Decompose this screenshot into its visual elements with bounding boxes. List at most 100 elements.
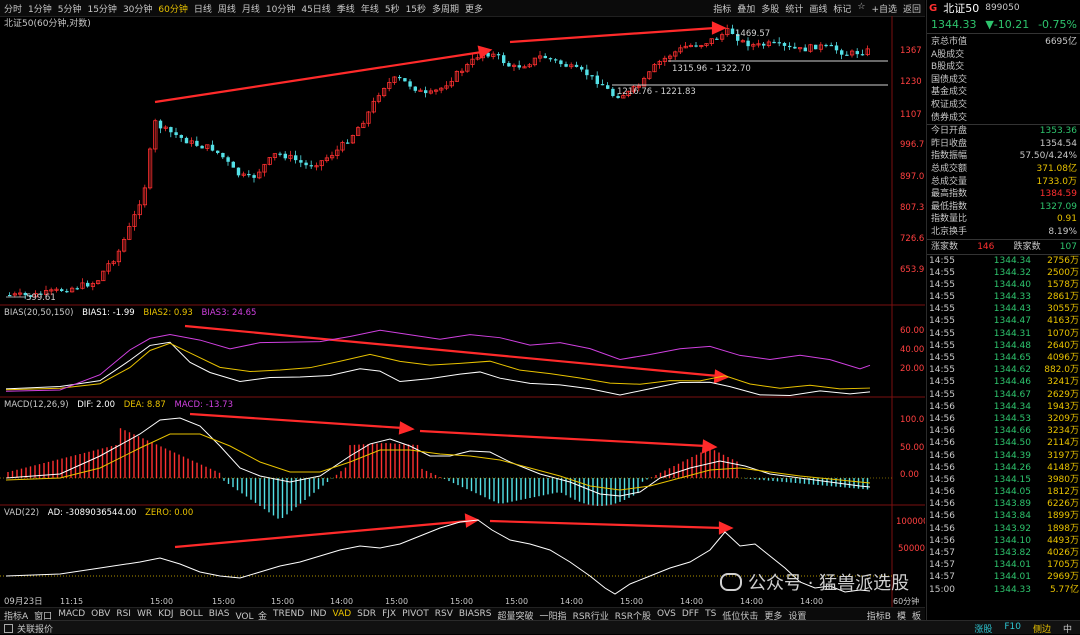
period-tab[interactable]: 10分钟	[266, 2, 295, 15]
chart-title: 北证50(60分钟,对数)	[4, 17, 91, 29]
tick-row: 14:55 1344.31 1070万	[929, 328, 1079, 339]
candle-body	[158, 120, 163, 129]
period-tab[interactable]: 45日线	[301, 2, 330, 15]
chart-tools: 指标 叠加 多股 统计 画线 标记 ☆ +自选 返回	[713, 2, 921, 15]
candle-body	[309, 165, 313, 167]
candle-body	[580, 66, 584, 70]
period-tab[interactable]: 周线	[218, 2, 236, 15]
candle-body	[496, 54, 501, 56]
sub-item: 基金成交	[931, 87, 968, 98]
low-label: 599.61	[26, 293, 56, 303]
period-tab[interactable]: 60分钟	[158, 2, 187, 15]
tick-list[interactable]: 14:55 1344.34 2756万 14:55 1344.32 2500万 14:55 1…	[927, 255, 1080, 596]
period-tab[interactable]: 多周期	[432, 2, 459, 15]
chart-tool[interactable]: +自选	[871, 2, 897, 15]
chart-tool[interactable]: 统计	[785, 2, 803, 15]
market-cap-row: 京总市值 6695亿	[931, 37, 1077, 47]
candle-body	[845, 54, 849, 56]
period-tab[interactable]: 5分钟	[58, 2, 82, 15]
period-tab[interactable]: 15分钟	[87, 2, 116, 15]
tick-row: 14:55 1344.47 4163万	[929, 316, 1079, 327]
tick-row: 14:56 1343.89 6226万	[929, 499, 1079, 510]
indicator-lines	[0, 329, 892, 595]
chart-tool[interactable]: 返回	[903, 2, 921, 15]
candle-body	[200, 145, 204, 149]
candle-body	[855, 51, 859, 55]
range-label-1: 1315.96 - 1322.70	[672, 64, 751, 74]
indicator-line	[5, 433, 871, 491]
candle-body	[169, 127, 173, 133]
period-tab[interactable]: 日线	[194, 2, 212, 15]
status-side[interactable]: 侧边	[1033, 622, 1051, 635]
time-label: 15:00	[505, 597, 528, 606]
indicator-tabs: 指标A 窗口 MACD OBV RSI WR KDJ BOLL BIAS VOL_金 TREND IN…	[0, 607, 925, 622]
period-tab[interactable]: 季线	[337, 2, 355, 15]
price-axis: 1367 1230 1107 996.7 897.0 807.3 726.6 6…	[900, 46, 924, 275]
candle-body	[195, 140, 199, 146]
tick-row: 14:55 1344.33 2861万	[929, 292, 1079, 303]
chart-tool[interactable]: 多股	[761, 2, 779, 15]
chart-area[interactable]: 北证50(60分钟,对数) BIAS(20,50,150) BIAS1: -1.…	[0, 16, 928, 607]
tick-row: 14:56 1344.26 4148万	[929, 462, 1079, 473]
status-up-stocks[interactable]: 涨股	[974, 622, 992, 635]
candle-body	[730, 28, 735, 35]
stat-row: 昨日收盘 1354.54	[931, 138, 1077, 149]
axis-corner: 60分钟	[893, 596, 919, 606]
period-tab[interactable]: 30分钟	[123, 2, 152, 15]
sub-items: A股成交 B股成交 国债成交 基金成交 权证成交 债券成交	[927, 49, 1080, 125]
stats-list: 今日开盘 1353.36 昨日收盘 1354.54 指数振幅 57.50/4.24% 总成交…	[927, 125, 1080, 238]
vad-header: VAD(22) AD: -3089036544.00 ZERO: 0.00	[4, 508, 193, 518]
period-tab[interactable]: 更多	[465, 2, 483, 15]
candle-body	[86, 282, 90, 287]
chart-tool[interactable]: 叠加	[737, 2, 755, 15]
candle-body	[564, 64, 568, 67]
macd-header: MACD(12,26,9) DIF: 2.00 DEA: 8.87 MACD: …	[4, 400, 233, 410]
svg-text:40.00: 40.00	[900, 345, 924, 355]
tick-row: 14:57 1344.01 1705万	[929, 560, 1079, 571]
candle-body	[231, 161, 235, 168]
time-axis: 11:15 15:00 15:00 15:00 14:00 15:00 15:00 15:00…	[60, 597, 823, 606]
period-tab[interactable]: 15秒	[406, 2, 426, 15]
svg-text:100000: 100000	[896, 517, 925, 527]
candle-body	[408, 81, 412, 87]
chart-tool[interactable]: 标记	[833, 2, 851, 15]
candle-body	[611, 88, 615, 96]
tick-row: 14:55 1344.40 1578万	[929, 279, 1079, 290]
candle-body	[814, 44, 818, 50]
candle-body	[252, 175, 256, 178]
tick-row: 14:57 1343.82 4026万	[929, 548, 1079, 558]
candle-body	[507, 63, 511, 67]
sub-item: 权证成交	[931, 99, 968, 110]
candle-body	[803, 47, 807, 52]
tick-row: 14:56 1343.92 1898万	[929, 523, 1079, 534]
candle-body	[502, 55, 506, 64]
status-bar: 关联报价 涨股 F10 侧边 中	[0, 620, 1080, 635]
period-tab[interactable]: 5秒	[385, 2, 400, 15]
tick-row: 14:55 1344.67 2629万	[929, 389, 1079, 400]
stat-row: 总成交额 371.08亿	[931, 163, 1077, 174]
stat-row: 指数量比 0.91	[931, 214, 1077, 225]
status-f10[interactable]: F10	[1004, 622, 1021, 635]
period-tab[interactable]: 1分钟	[28, 2, 52, 15]
advance-decline-row: 涨家数 146 跌家数 107	[931, 241, 1077, 252]
time-label: 14:00	[740, 597, 763, 606]
period-tab[interactable]: 月线	[242, 2, 260, 15]
chart-tool[interactable]: 指标	[713, 2, 731, 15]
tick-row: 15:00 1344.33 5.77亿	[929, 584, 1079, 595]
time-label: 15:00	[271, 597, 294, 606]
sub-item: A股成交	[931, 49, 965, 60]
high-label: 1469.57	[735, 29, 770, 39]
tick-row: 14:56 1344.05 1812万	[929, 487, 1079, 498]
tick-row: 14:55 1344.62 882.0万	[929, 365, 1079, 376]
tick-row: 14:56 1344.53 3209万	[929, 413, 1079, 424]
kline-chart[interactable]: 北证50(60分钟,对数) BIAS(20,50,150) BIAS1: -1.…	[0, 16, 928, 607]
chart-tool[interactable]: 画线	[809, 2, 827, 15]
chart-tool[interactable]: ☆	[857, 2, 865, 15]
price-change-pct: -0.75%	[1038, 18, 1077, 31]
checkbox-icon[interactable]	[4, 624, 13, 633]
period-tab[interactable]: 年线	[361, 2, 379, 15]
period-tab[interactable]: 分时	[4, 2, 22, 15]
status-zh[interactable]: 中	[1063, 622, 1072, 635]
tick-row: 14:55 1344.48 2640万	[929, 340, 1079, 351]
candle-body	[278, 153, 282, 155]
